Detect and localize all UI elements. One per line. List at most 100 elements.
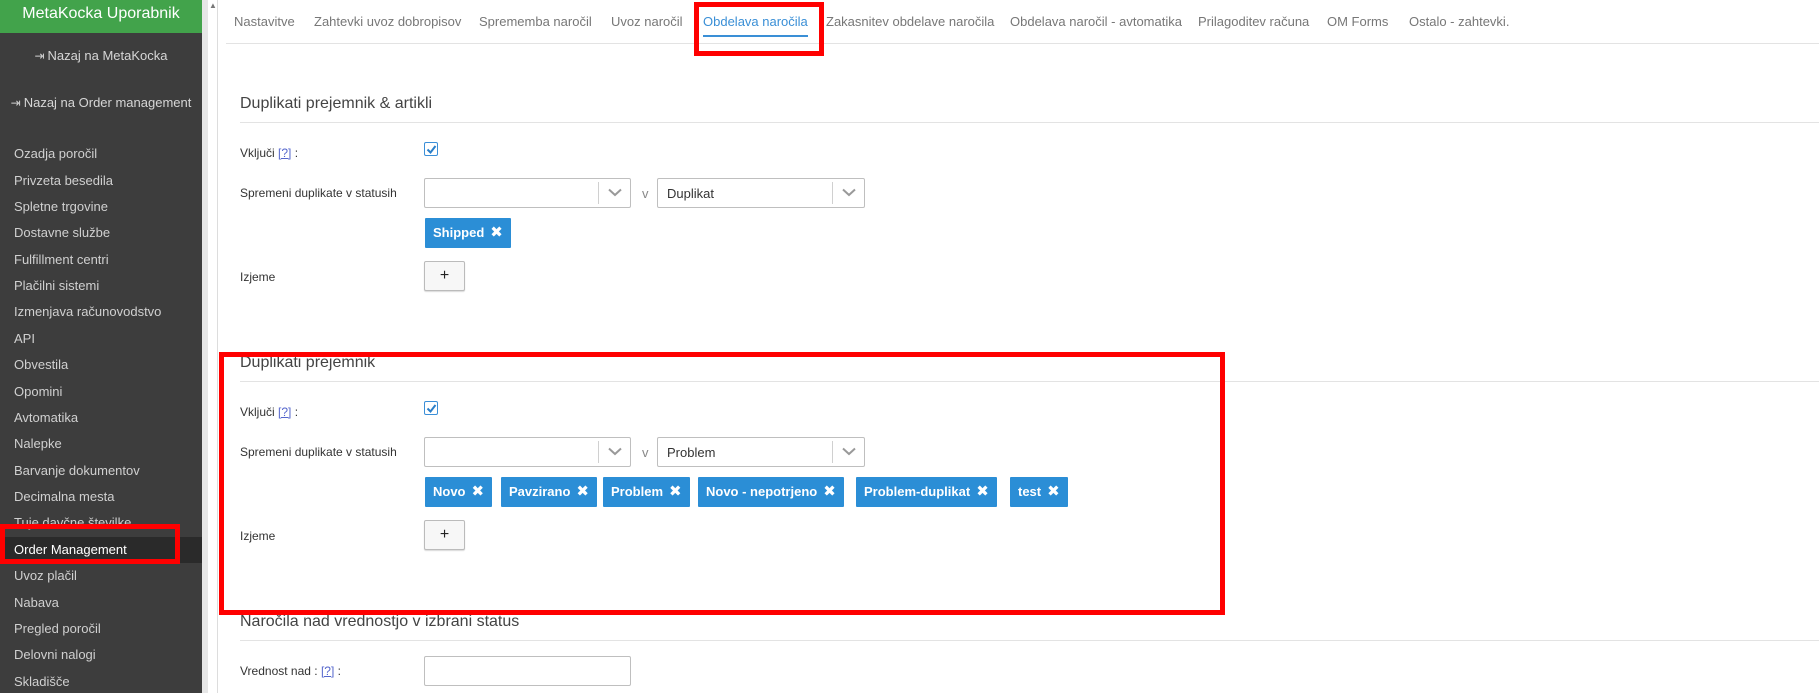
tab-nastavitve[interactable]: Nastavitve (234, 14, 295, 29)
sidebar-item[interactable]: Decimalna mesta (14, 489, 114, 504)
help-link[interactable]: [?] (278, 146, 291, 160)
status-tag[interactable]: Problem ✖ (603, 477, 690, 507)
enable-checkbox[interactable] (424, 142, 438, 156)
status-tag[interactable]: Pavzirano ✖ (501, 477, 597, 507)
sidebar-item[interactable]: Uvoz plačil (14, 568, 77, 583)
close-icon[interactable]: ✖ (669, 483, 682, 500)
enable-label: Vključi [?] : (240, 146, 298, 160)
enable-checkbox[interactable] (424, 401, 438, 415)
sidebar-item[interactable]: Obvestila (14, 357, 68, 372)
tab-ostalo-zahtevki[interactable]: Ostalo - zahtevki. (1409, 14, 1509, 29)
status-tag[interactable]: Novo - nepotrjeno ✖ (698, 477, 844, 507)
close-icon[interactable]: ✖ (490, 224, 503, 241)
change-statuses-label: Spremeni duplikate v statusih (240, 445, 397, 459)
add-exception-button[interactable]: + (424, 520, 465, 550)
help-link[interactable]: [?] (278, 405, 291, 419)
status-tag-label: Novo - nepotrjeno (706, 484, 818, 499)
sidebar-item[interactable]: API (14, 331, 35, 346)
tab-uvoz-narocil[interactable]: Uvoz naročil (611, 14, 683, 29)
sign-out-icon: ⇥ (34, 49, 45, 63)
add-exception-button[interactable]: + (424, 261, 465, 291)
sidebar-scrollbar[interactable] (208, 0, 218, 693)
tab-obdelava-narocil-avtomatika[interactable]: Obdelava naročil - avtomatika (1010, 14, 1182, 29)
close-icon[interactable]: ✖ (1047, 483, 1060, 500)
value-above-input[interactable] (424, 656, 631, 686)
sidebar-item[interactable]: Opomini (14, 384, 62, 399)
tab-obdelava-narocila[interactable]: Obdelava naročila (703, 14, 808, 37)
scroll-up-arrow-icon[interactable]: ▲ (207, 0, 219, 12)
back-to-order-management-link[interactable]: ⇥ Nazaj na Order management (0, 95, 202, 110)
check-icon (426, 404, 437, 414)
section-divider (240, 381, 1819, 382)
status-tag-label: Problem (611, 484, 664, 499)
check-icon (426, 145, 437, 155)
label-colon: : (294, 146, 299, 160)
v-separator: v (642, 186, 649, 201)
to-status-value: Duplikat (667, 186, 714, 201)
label-colon: : (294, 405, 299, 419)
enable-label-text: Vključi (240, 405, 275, 419)
chevron-down-icon[interactable] (832, 441, 864, 463)
chevron-down-icon[interactable] (598, 182, 630, 204)
v-separator: v (642, 445, 649, 460)
sidebar-item[interactable]: Delovni nalogi (14, 647, 96, 662)
enable-label: Vključi [?] : (240, 405, 298, 419)
to-status-select[interactable]: Problem (657, 437, 865, 467)
to-status-select[interactable]: Duplikat (657, 178, 865, 208)
sidebar-item[interactable]: Ozadja poročil (14, 146, 97, 161)
sidebar-item[interactable]: Privzeta besedila (14, 173, 113, 188)
status-tag[interactable]: Problem-duplikat ✖ (856, 477, 997, 507)
value-above-label-text: Vrednost nad : (240, 664, 318, 678)
sidebar-item[interactable]: Spletne trgovine (14, 199, 108, 214)
status-tag-label: Shipped (433, 225, 485, 240)
help-link[interactable]: [?] (321, 664, 334, 678)
close-icon[interactable]: ✖ (976, 483, 989, 500)
close-icon[interactable]: ✖ (472, 483, 485, 500)
sidebar-item-order-management[interactable]: Order Management (14, 542, 127, 557)
from-status-select[interactable] (424, 178, 631, 208)
change-statuses-label: Spremeni duplikate v statusih (240, 186, 397, 200)
tab-zahtevki-uvoz-dobropisov[interactable]: Zahtevki uvoz dobropisov (314, 14, 461, 29)
exceptions-label: Izjeme (240, 529, 276, 543)
close-icon[interactable]: ✖ (823, 483, 836, 500)
section-title: Duplikati prejemnik & artikli (240, 95, 433, 112)
status-tag-label: Novo (433, 484, 466, 499)
back-link-label: Nazaj na Order management (23, 95, 192, 110)
chevron-down-icon[interactable] (598, 441, 630, 463)
status-tag-label: test (1018, 484, 1042, 499)
enable-label-text: Vključi (240, 146, 275, 160)
section-title: Duplikati prejemnik (240, 354, 376, 371)
tab-prilagoditev-racuna[interactable]: Prilagoditev računa (1198, 14, 1309, 29)
sign-out-icon: ⇥ (10, 96, 21, 110)
section-title: Naročila nad vrednostjo v izbrani status (240, 613, 520, 630)
sidebar-item[interactable]: Nabava (14, 595, 59, 610)
status-tag-label: Problem-duplikat (864, 484, 971, 499)
sidebar-item[interactable]: Tuje davčne številke (14, 515, 131, 530)
status-tag-label: Pavzirano (509, 484, 571, 499)
back-link-label: Nazaj na MetaKocka (47, 48, 168, 63)
value-above-label: Vrednost nad : [?] : (240, 664, 341, 678)
section-divider (240, 122, 1819, 123)
sidebar-item[interactable]: Nalepke (14, 436, 62, 451)
chevron-down-icon[interactable] (832, 182, 864, 204)
sidebar-item[interactable]: Dostavne službe (14, 225, 110, 240)
back-to-metakocka-link[interactable]: ⇥ Nazaj na MetaKocka (0, 48, 202, 63)
sidebar-item[interactable]: Skladišče (14, 674, 70, 689)
sidebar-item[interactable]: Pregled poročil (14, 621, 101, 636)
sidebar-item[interactable]: Barvanje dokumentov (14, 463, 140, 478)
status-tag[interactable]: Novo ✖ (425, 477, 493, 507)
sidebar: MetaKocka Uporabnik ⇥ Nazaj na MetaKocka … (0, 0, 202, 693)
sidebar-item[interactable]: Avtomatika (14, 410, 78, 425)
tab-zakasnitev-obdelave-narocila[interactable]: Zakasnitev obdelave naročila (826, 14, 994, 29)
status-tag[interactable]: Shipped ✖ (425, 218, 511, 248)
label-colon: : (337, 664, 341, 678)
tab-sprememba-narocil[interactable]: Sprememba naročil (479, 14, 592, 29)
from-status-select[interactable] (424, 437, 631, 467)
sidebar-item[interactable]: Izmenjava računovodstvo (14, 304, 161, 319)
sidebar-item[interactable]: Plačilni sistemi (14, 278, 99, 293)
sidebar-item[interactable]: Fulfillment centri (14, 252, 109, 267)
tab-om-forms[interactable]: OM Forms (1327, 14, 1388, 29)
status-tag[interactable]: test ✖ (1010, 477, 1068, 507)
close-icon[interactable]: ✖ (576, 483, 589, 500)
to-status-value: Problem (667, 445, 716, 460)
